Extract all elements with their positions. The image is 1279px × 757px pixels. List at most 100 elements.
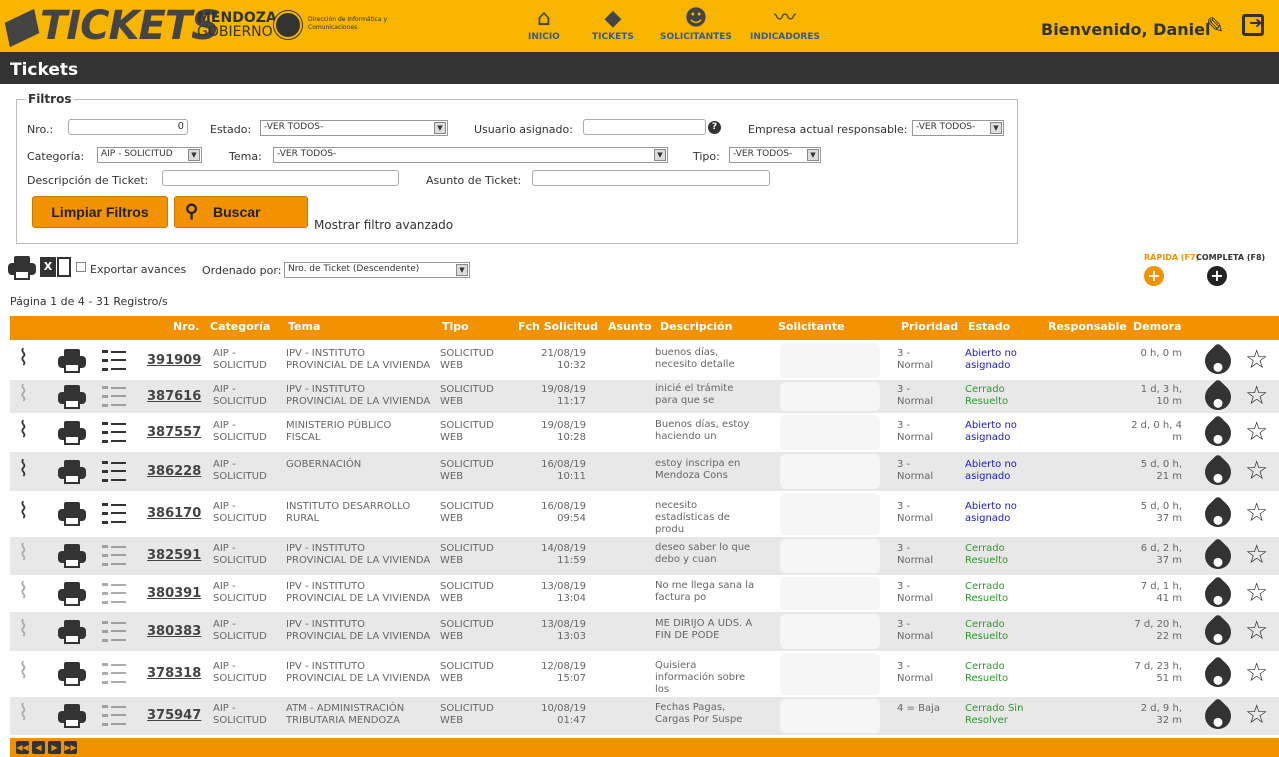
exportar-checkbox[interactable] xyxy=(76,262,86,272)
ticket-number-link[interactable]: 378318 xyxy=(147,666,201,681)
add-tag-icon[interactable] xyxy=(1199,414,1237,452)
ticket-number-link[interactable]: 386228 xyxy=(147,464,201,479)
table-row[interactable]: ⌇ 387557 AIP - SOLICITUD MINISTERIO PÚBLICO F… xyxy=(10,413,1279,452)
favorite-star-icon[interactable]: ☆ xyxy=(1245,458,1268,484)
help-icon[interactable]: ? xyxy=(708,121,721,134)
attachment-icon[interactable]: ⌇ xyxy=(18,346,29,371)
table-row[interactable]: ⌇ 391909 AIP - SOLICITUD IPV - INSTITUTO PROV… xyxy=(10,341,1279,380)
attachment-icon[interactable]: ⌇ xyxy=(18,541,29,566)
th-tema[interactable]: Tema xyxy=(288,320,320,333)
print-row-icon[interactable] xyxy=(58,502,86,526)
excel-icon[interactable]: X xyxy=(40,257,56,277)
nro-input[interactable]: 0 xyxy=(68,119,188,135)
favorite-star-icon[interactable]: ☆ xyxy=(1245,347,1268,373)
favorite-star-icon[interactable]: ☆ xyxy=(1245,500,1268,526)
attachment-icon[interactable]: ⌇ xyxy=(18,579,29,604)
ticket-number-link[interactable]: 387557 xyxy=(147,425,201,440)
detail-list-icon[interactable] xyxy=(102,705,126,727)
nav-indicadores[interactable]: 〰 INDICADORES xyxy=(750,6,820,42)
add-tag-icon[interactable] xyxy=(1199,342,1237,380)
detail-list-icon[interactable] xyxy=(102,583,126,605)
attachment-icon[interactable]: ⌇ xyxy=(18,457,29,482)
next-page-button[interactable]: ▶ xyxy=(48,741,61,754)
print-icon[interactable] xyxy=(8,256,36,280)
table-row[interactable]: ⌇ 380391 AIP - SOLICITUD IPV - INSTITUTO PROV… xyxy=(10,575,1279,613)
th-responsable[interactable]: Responsable xyxy=(1048,320,1127,333)
favorite-star-icon[interactable]: ☆ xyxy=(1245,419,1268,445)
favorite-star-icon[interactable]: ☆ xyxy=(1245,580,1268,606)
nav-solicitantes[interactable]: ☻ SOLICITANTES xyxy=(660,6,732,42)
attachment-icon[interactable]: ⌇ xyxy=(18,382,29,407)
detail-list-icon[interactable] xyxy=(102,503,126,525)
table-row[interactable]: ⌇ 378318 AIP - SOLICITUD IPV - INSTITUTO PROV… xyxy=(10,651,1279,697)
user-edit-icon[interactable]: ✎ xyxy=(1206,14,1224,39)
add-tag-icon[interactable] xyxy=(1199,537,1237,575)
limpiar-filtros-button[interactable]: Limpiar Filtros xyxy=(32,196,168,228)
prev-page-button[interactable]: ◀ xyxy=(32,741,45,754)
add-completa-icon[interactable]: + xyxy=(1207,266,1227,286)
th-solicitante[interactable]: Solicitante xyxy=(778,320,845,333)
ticket-number-link[interactable]: 380383 xyxy=(147,624,201,639)
attachment-icon[interactable]: ⌇ xyxy=(18,617,29,642)
print-row-icon[interactable] xyxy=(58,421,86,445)
table-row[interactable]: ⌇ 386228 AIP - SOLICITUD GOBERNACIÓN SOLICITU… xyxy=(10,452,1279,491)
add-tag-icon[interactable] xyxy=(1199,697,1237,735)
th-fecha[interactable]: Fch Solicitud xyxy=(518,320,598,333)
add-tag-icon[interactable] xyxy=(1199,613,1237,651)
th-prioridad[interactable]: Prioridad xyxy=(901,320,958,333)
favorite-star-icon[interactable]: ☆ xyxy=(1245,542,1268,568)
add-rapida-icon[interactable]: + xyxy=(1144,266,1164,286)
table-row[interactable]: ⌇ 387616 AIP - SOLICITUD IPV - INSTITUTO PROV… xyxy=(10,378,1279,416)
favorite-star-icon[interactable]: ☆ xyxy=(1245,702,1268,728)
ticket-number-link[interactable]: 386170 xyxy=(147,506,201,521)
print-row-icon[interactable] xyxy=(58,582,86,606)
th-asunto[interactable]: Asunto xyxy=(608,320,652,333)
table-row[interactable]: ⌇ 386170 AIP - SOLICITUD INSTITUTO DESARROLL… xyxy=(10,491,1279,537)
add-tag-icon[interactable] xyxy=(1199,655,1237,693)
add-tag-icon[interactable] xyxy=(1199,495,1237,533)
table-row[interactable]: ⌇ 380383 AIP - SOLICITUD IPV - INSTITUTO PROV… xyxy=(10,612,1279,651)
usuario-input[interactable] xyxy=(583,119,706,135)
print-row-icon[interactable] xyxy=(58,544,86,568)
empresa-select[interactable]: -VER TODOS- ▼ xyxy=(912,120,1004,136)
th-estado[interactable]: Estado xyxy=(968,320,1010,333)
tema-select[interactable]: -VER TODOS- ▼ xyxy=(273,147,668,163)
th-nro[interactable]: Nro. xyxy=(173,320,199,333)
detail-list-icon[interactable] xyxy=(102,663,126,685)
attachment-icon[interactable]: ⌇ xyxy=(18,418,29,443)
detail-list-icon[interactable] xyxy=(102,545,126,567)
add-tag-icon[interactable] xyxy=(1199,453,1237,491)
detail-list-icon[interactable] xyxy=(102,621,126,643)
attachment-icon[interactable]: ⌇ xyxy=(18,499,29,524)
tipo-select[interactable]: -VER TODOS- ▼ xyxy=(729,147,821,163)
table-row[interactable]: ⌇ 382591 AIP - SOLICITUD IPV - INSTITUTO PROV… xyxy=(10,537,1279,575)
first-page-button[interactable]: ◀◀ xyxy=(16,741,29,754)
favorite-star-icon[interactable]: ☆ xyxy=(1245,660,1268,686)
buscar-button[interactable]: ⚲ Buscar xyxy=(174,196,308,228)
print-row-icon[interactable] xyxy=(58,620,86,644)
categoria-select[interactable]: AIP - SOLICITUD ▼ xyxy=(97,147,202,163)
mostrar-avanzado-link[interactable]: Mostrar filtro avanzado xyxy=(314,218,453,232)
th-demora[interactable]: Demora xyxy=(1133,320,1181,333)
ticket-number-link[interactable]: 382591 xyxy=(147,548,201,563)
attachment-icon[interactable]: ⌇ xyxy=(18,701,29,726)
print-row-icon[interactable] xyxy=(58,662,86,686)
th-descripcion[interactable]: Descripción xyxy=(660,320,732,333)
logout-icon[interactable] xyxy=(1242,13,1264,36)
asunto-input[interactable] xyxy=(532,170,770,186)
detail-list-icon[interactable] xyxy=(102,461,126,483)
table-row[interactable]: ⌇ 375947 AIP - SOLICITUD ATM - ADMINISTRACIÓ… xyxy=(10,697,1279,735)
tickets-logo[interactable]: TICKETS xyxy=(4,4,220,48)
detail-list-icon[interactable] xyxy=(102,350,126,372)
add-tag-icon[interactable] xyxy=(1199,575,1237,613)
th-categoria[interactable]: Categoría xyxy=(210,320,270,333)
ticket-number-link[interactable]: 391909 xyxy=(147,353,201,368)
detail-list-icon[interactable] xyxy=(102,422,126,444)
print-row-icon[interactable] xyxy=(58,460,86,484)
ticket-number-link[interactable]: 375947 xyxy=(147,708,201,723)
last-page-button[interactable]: ▶▶ xyxy=(64,741,77,754)
print-row-icon[interactable] xyxy=(58,385,86,409)
print-row-icon[interactable] xyxy=(58,349,86,373)
detail-list-icon[interactable] xyxy=(102,386,126,408)
nav-tickets[interactable]: ◆ TICKETS xyxy=(592,6,634,42)
